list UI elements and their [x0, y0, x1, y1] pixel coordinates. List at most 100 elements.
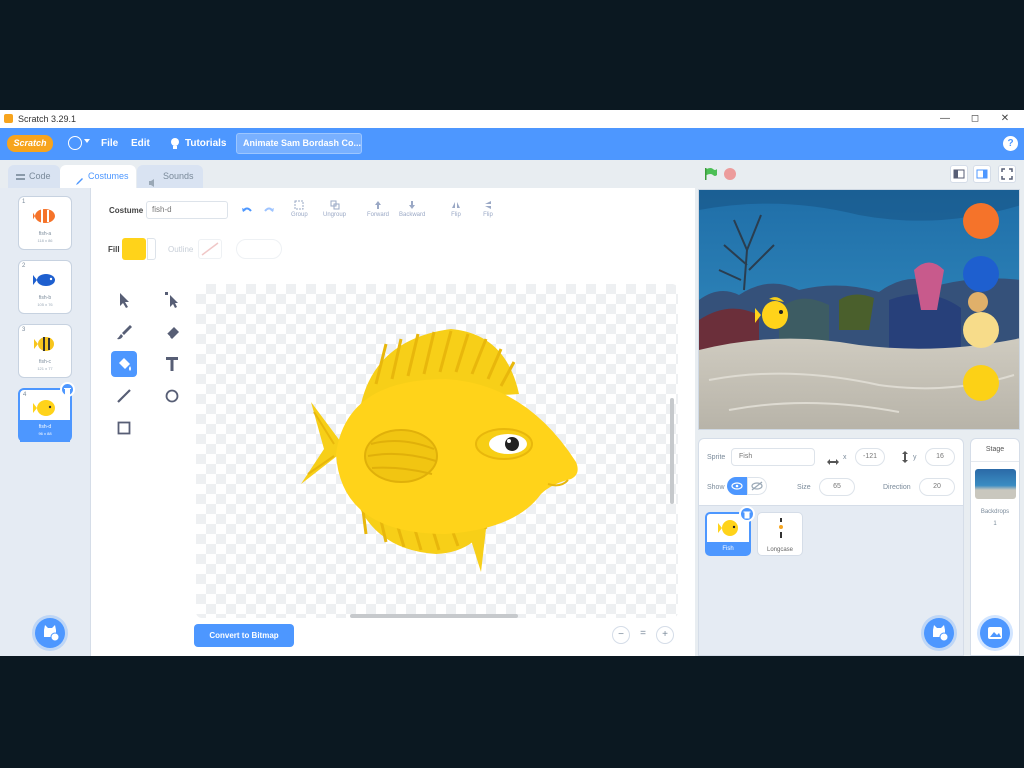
clownfish-thumbnail — [33, 209, 55, 223]
arrow-icon — [120, 293, 129, 308]
reshape-tool[interactable] — [159, 287, 185, 313]
outline-width-input[interactable] — [236, 239, 282, 259]
fill-color-swatch[interactable] — [122, 238, 146, 260]
text-tool[interactable] — [159, 351, 185, 377]
backward-button[interactable]: Backward — [399, 200, 425, 218]
eye-icon — [731, 482, 743, 490]
fish-sprite-thumbnail — [718, 520, 738, 536]
tutorials-menu[interactable]: Tutorials — [185, 137, 226, 151]
title-bar: Scratch 3.29.1 — ◻ ✕ — [0, 110, 1024, 129]
fill-tool[interactable] — [111, 351, 137, 377]
backward-label: Backward — [399, 212, 426, 218]
direction-input[interactable]: 20 — [919, 478, 955, 496]
fullscreen-icon — [1001, 168, 1013, 180]
backward-icon — [409, 201, 416, 209]
image-icon — [988, 627, 1002, 639]
large-stage-button[interactable] — [973, 165, 991, 183]
project-title-input[interactable]: Animate Sam Bordash Co... — [236, 133, 362, 154]
y-position-input[interactable]: 16 — [925, 448, 955, 466]
tab-costumes-label: Costumes — [88, 171, 129, 181]
group-button[interactable]: Group — [291, 200, 308, 218]
paint-editor: Costume fish-d Group Ungroup Forward Bac… — [91, 188, 695, 656]
fullscreen-button[interactable] — [998, 165, 1016, 183]
zoom-reset-button[interactable]: = — [634, 626, 652, 644]
circle-tool[interactable] — [159, 383, 185, 409]
zoom-in-button[interactable]: + — [656, 626, 674, 644]
costume-size: 121 x 77 — [37, 366, 53, 371]
show-label: Show — [707, 484, 725, 491]
scratch-logo[interactable]: Scratch — [7, 135, 53, 152]
flip-horizontal-button[interactable]: Flip — [451, 200, 461, 218]
rectangle-tool[interactable] — [111, 415, 137, 441]
costume-size: 105 x 76 — [37, 302, 53, 307]
brush-tool[interactable] — [111, 319, 137, 345]
eraser-icon — [166, 327, 179, 339]
select-tool[interactable] — [111, 287, 137, 313]
costume-item[interactable]: 2 fish-b 105 x 76 — [18, 260, 72, 314]
costume-name-label: Costume — [109, 206, 144, 215]
drawing-canvas[interactable] — [196, 284, 678, 618]
help-icon[interactable]: ? — [1003, 136, 1018, 151]
costume-number: 1 — [22, 199, 26, 205]
costume-name: fish-c — [39, 359, 51, 365]
sprite-name-label: Sprite — [707, 454, 726, 461]
undo-icon[interactable] — [241, 204, 253, 222]
x-position-input[interactable]: -121 — [855, 448, 885, 466]
eraser-tool[interactable] — [159, 319, 185, 345]
sprite-tile-longcase[interactable]: Longcase — [757, 512, 803, 556]
green-flag-icon[interactable] — [704, 167, 718, 186]
canvas-vertical-scrollbar[interactable] — [670, 398, 674, 504]
delete-sprite-button[interactable] — [739, 506, 755, 522]
eye-slash-icon — [751, 481, 763, 491]
size-input[interactable]: 65 — [819, 478, 855, 496]
stop-icon[interactable] — [724, 168, 736, 180]
maximize-button[interactable]: ◻ — [962, 111, 988, 127]
chevron-down-icon[interactable] — [84, 139, 90, 143]
line-tool[interactable] — [111, 383, 137, 409]
show-visible-button[interactable] — [727, 477, 747, 495]
letterbox-bottom — [0, 656, 1024, 768]
edit-menu[interactable]: Edit — [131, 137, 150, 151]
zoom-out-button[interactable]: − — [612, 626, 630, 644]
add-costume-button[interactable] — [35, 618, 65, 648]
scratch-app-icon — [4, 114, 13, 123]
show-hidden-button[interactable] — [747, 477, 767, 495]
file-menu[interactable]: File — [101, 137, 118, 151]
costume-item[interactable]: 1 fish-a 118 x 86 — [18, 196, 72, 250]
flip-vertical-button[interactable]: Flip — [483, 200, 493, 218]
longcase-sprite-thumbnail — [779, 518, 783, 538]
sprite-name-input[interactable]: Fish — [731, 448, 815, 466]
minimize-button[interactable]: — — [932, 111, 958, 127]
redo-icon[interactable] — [263, 204, 275, 222]
add-backdrop-button[interactable] — [980, 618, 1010, 648]
tab-costumes[interactable]: Costumes — [60, 165, 136, 188]
canvas-horizontal-scrollbar[interactable] — [350, 614, 518, 618]
text-icon — [166, 357, 178, 371]
costume-number: 4 — [23, 392, 27, 398]
tab-code[interactable]: Code — [8, 165, 60, 188]
add-sprite-button[interactable] — [924, 618, 954, 648]
tab-sounds[interactable]: Sounds — [137, 165, 203, 188]
small-stage-button[interactable] — [950, 165, 968, 183]
delete-costume-button[interactable] — [60, 382, 75, 397]
paint-bucket-icon — [119, 358, 131, 371]
sprite-info-panel: Sprite Fish x -121 y 16 Show Size 65 Dir… — [698, 438, 964, 506]
close-button[interactable]: ✕ — [992, 111, 1018, 127]
direction-label: Direction — [883, 484, 911, 491]
line-icon — [117, 389, 131, 403]
stage-thumbnail[interactable] — [975, 469, 1016, 499]
horizontal-arrows-icon — [827, 453, 839, 471]
outline-color-swatch[interactable] — [198, 239, 222, 259]
costume-name-input[interactable]: fish-d — [146, 201, 228, 219]
striped-fish-thumbnail — [34, 337, 54, 351]
fill-dropdown[interactable] — [147, 238, 156, 260]
ungroup-button[interactable]: Ungroup — [323, 200, 346, 218]
forward-button[interactable]: Forward — [367, 200, 389, 218]
convert-to-bitmap-button[interactable]: Convert to Bitmap — [194, 624, 294, 647]
costume-name: fish-a — [38, 231, 52, 237]
stage-canvas[interactable] — [698, 189, 1020, 430]
globe-icon[interactable] — [68, 136, 82, 150]
underwater-backdrop — [699, 190, 1019, 429]
costume-item[interactable]: 3 fish-c 121 x 77 — [18, 324, 72, 378]
vertical-arrows-icon — [901, 450, 909, 468]
